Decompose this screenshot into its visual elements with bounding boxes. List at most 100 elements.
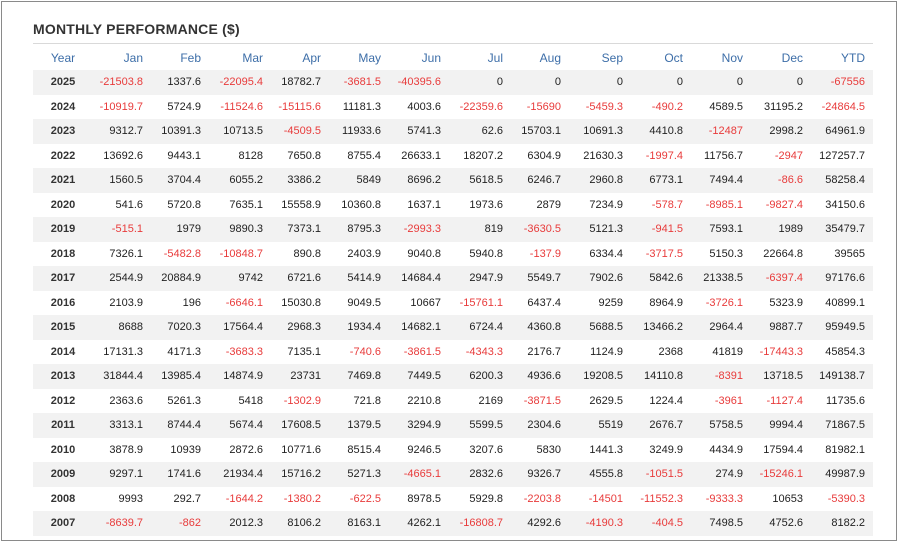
- value-cell-ytd: 95949.5: [811, 315, 873, 340]
- value-cell-jan: 8688: [93, 315, 151, 340]
- value-cell-sep: 7902.6: [569, 266, 631, 291]
- value-cell-dec: 5323.9: [751, 290, 811, 315]
- value-cell-jan: 7326.1: [93, 241, 151, 266]
- value-cell-oct: 2676.7: [631, 413, 691, 438]
- value-cell-dec: 2998.2: [751, 119, 811, 144]
- value-cell-mar: -22095.4: [209, 70, 271, 95]
- value-cell-ytd: 11735.6: [811, 388, 873, 413]
- table-row: 2012 2363.6 5261.3 5418 -1302.9 721.8 2210.8 21…: [33, 388, 873, 413]
- value-cell-nov: 274.9: [691, 462, 751, 487]
- value-cell-apr: 3386.2: [271, 168, 329, 193]
- value-cell-jul: 5940.8: [449, 241, 511, 266]
- value-cell-jan: 9297.1: [93, 462, 151, 487]
- value-cell-feb: 1979: [151, 217, 209, 242]
- value-cell-jan: -10919.7: [93, 94, 151, 119]
- value-cell-jul: -16808.7: [449, 511, 511, 536]
- value-cell-sep: 2960.8: [569, 168, 631, 193]
- year-cell: 2009: [33, 462, 93, 487]
- value-cell-jan: 17131.3: [93, 339, 151, 364]
- value-cell-may: 1379.5: [329, 413, 389, 438]
- value-cell-aug: 4936.6: [511, 364, 569, 389]
- value-cell-jun: 5741.3: [389, 119, 449, 144]
- value-cell-aug: 2879: [511, 192, 569, 217]
- value-cell-feb: 10939: [151, 437, 209, 462]
- year-cell: 2019: [33, 217, 93, 242]
- value-cell-feb: 1337.6: [151, 70, 209, 95]
- value-cell-may: 8515.4: [329, 437, 389, 462]
- value-cell-sep: -14501: [569, 486, 631, 511]
- table-row: 2024 -10919.7 5724.9 -11524.6 -15115.6 11181.…: [33, 94, 873, 119]
- value-cell-mar: 2872.6: [209, 437, 271, 462]
- value-cell-dec: 22664.8: [751, 241, 811, 266]
- value-cell-oct: -404.5: [631, 511, 691, 536]
- value-cell-ytd: 149138.7: [811, 364, 873, 389]
- value-cell-jan: 1560.5: [93, 168, 151, 193]
- value-cell-jun: -4665.1: [389, 462, 449, 487]
- value-cell-aug: -137.9: [511, 241, 569, 266]
- table-row: 2019 -515.1 1979 9890.3 7373.1 8795.3 -2993.3 8…: [33, 217, 873, 242]
- value-cell-sep: 1441.3: [569, 437, 631, 462]
- value-cell-jun: 9040.8: [389, 241, 449, 266]
- value-cell-jan: 9993: [93, 486, 151, 511]
- value-cell-aug: -3871.5: [511, 388, 569, 413]
- value-cell-nov: 41819: [691, 339, 751, 364]
- value-cell-nov: 21338.5: [691, 266, 751, 291]
- value-cell-nov: 4589.5: [691, 94, 751, 119]
- column-header-jun: Jun: [421, 51, 441, 65]
- panel-title: MONTHLY PERFORMANCE ($): [33, 21, 240, 37]
- value-cell-dec: -2947: [751, 143, 811, 168]
- value-cell-ytd: 35479.7: [811, 217, 873, 242]
- value-cell-jul: 2169: [449, 388, 511, 413]
- year-cell: 2007: [33, 511, 93, 536]
- value-cell-may: 5849: [329, 168, 389, 193]
- value-cell-may: 10360.8: [329, 192, 389, 217]
- column-header-jul: Jul: [487, 51, 503, 65]
- value-cell-may: 2403.9: [329, 241, 389, 266]
- value-cell-sep: 10691.3: [569, 119, 631, 144]
- value-cell-may: -622.5: [329, 486, 389, 511]
- value-cell-dec: -15246.1: [751, 462, 811, 487]
- value-cell-jun: 8696.2: [389, 168, 449, 193]
- column-header-jan: Jan: [123, 51, 143, 65]
- value-cell-jul: 2947.9: [449, 266, 511, 291]
- value-cell-may: -740.6: [329, 339, 389, 364]
- value-cell-oct: 8964.9: [631, 290, 691, 315]
- value-cell-jul: 1973.6: [449, 192, 511, 217]
- value-cell-jan: 31844.4: [93, 364, 151, 389]
- value-cell-jul: 5618.5: [449, 168, 511, 193]
- value-cell-apr: 23731: [271, 364, 329, 389]
- value-cell-may: 8795.3: [329, 217, 389, 242]
- value-cell-jan: -8639.7: [93, 511, 151, 536]
- value-cell-jul: 6200.3: [449, 364, 511, 389]
- table-header-row: Year Jan Feb Mar Apr May Jun Jul Aug Sep Oct Nov Dec…: [33, 46, 873, 70]
- value-cell-mar: 5674.4: [209, 413, 271, 438]
- value-cell-jul: 5599.5: [449, 413, 511, 438]
- value-cell-jun: 10667: [389, 290, 449, 315]
- value-cell-may: 11933.6: [329, 119, 389, 144]
- table-row: 2021 1560.5 3704.4 6055.2 3386.2 5849 8696.2 56…: [33, 168, 873, 193]
- value-cell-sep: 7234.9: [569, 192, 631, 217]
- value-cell-jan: 3878.9: [93, 437, 151, 462]
- table-body: 2025 -21503.8 1337.6 -22095.4 18782.7 -3681.5…: [33, 70, 873, 536]
- value-cell-may: 8163.1: [329, 511, 389, 536]
- value-cell-may: 5271.3: [329, 462, 389, 487]
- column-header-dec: Dec: [781, 51, 803, 65]
- value-cell-oct: -11552.3: [631, 486, 691, 511]
- year-cell: 2010: [33, 437, 93, 462]
- value-cell-mar: 6055.2: [209, 168, 271, 193]
- value-cell-jul: 5929.8: [449, 486, 511, 511]
- value-cell-sep: 1124.9: [569, 339, 631, 364]
- year-cell: 2025: [33, 70, 93, 95]
- value-cell-sep: -5459.3: [569, 94, 631, 119]
- value-cell-mar: 5418: [209, 388, 271, 413]
- value-cell-mar: -1644.2: [209, 486, 271, 511]
- value-cell-oct: -490.2: [631, 94, 691, 119]
- value-cell-nov: 4434.9: [691, 437, 751, 462]
- value-cell-dec: -86.6: [751, 168, 811, 193]
- value-cell-jun: 14682.1: [389, 315, 449, 340]
- value-cell-apr: 6721.6: [271, 266, 329, 291]
- value-cell-aug: 4292.6: [511, 511, 569, 536]
- value-cell-jan: 13692.6: [93, 143, 151, 168]
- year-cell: 2016: [33, 290, 93, 315]
- value-cell-oct: 2368: [631, 339, 691, 364]
